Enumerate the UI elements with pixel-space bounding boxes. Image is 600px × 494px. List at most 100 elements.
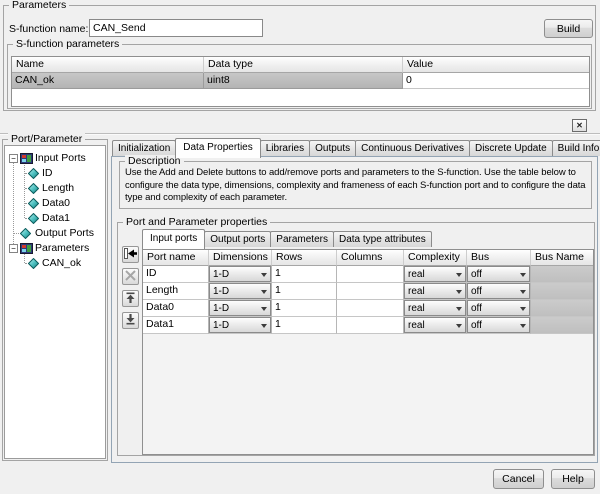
tab-input-ports[interactable]: Input ports	[142, 229, 205, 249]
columns-cell[interactable]	[337, 317, 404, 334]
param-datatype-cell[interactable]: uint8	[204, 73, 403, 89]
collapse-expander-icon[interactable]: −	[9, 154, 18, 163]
port-parameter-tree[interactable]: − Input Ports ID Length Data0 Da	[4, 145, 106, 459]
tab-output-ports[interactable]: Output ports	[204, 231, 271, 247]
port-diamond-icon	[20, 228, 31, 242]
param-col-value[interactable]: Value	[403, 57, 589, 73]
tree-node-label: Input Ports	[35, 152, 86, 164]
tree-node-data0[interactable]: Data0	[5, 196, 105, 211]
complexity-dropdown[interactable]: real	[404, 317, 467, 334]
move-up-button[interactable]	[122, 290, 139, 307]
tree-node-data1[interactable]: Data1	[5, 211, 105, 226]
rows-cell[interactable]: 1	[272, 283, 337, 300]
tab-libraries[interactable]: Libraries	[260, 140, 310, 156]
description-text: Use the Add and Delete buttons to add/re…	[125, 167, 588, 206]
tab-continuous-derivatives[interactable]: Continuous Derivatives	[355, 140, 470, 156]
port-name-cell[interactable]: Data0	[143, 300, 209, 317]
tab-build-info[interactable]: Build Info	[552, 140, 600, 156]
dropdown-arrow-icon	[456, 290, 462, 294]
section-divider	[0, 133, 600, 135]
tree-node-length[interactable]: Length	[5, 181, 105, 196]
param-table-header-row: Name Data type Value	[12, 57, 589, 73]
port-parameter-group: Port/Parameter − Input Ports	[2, 139, 108, 461]
dimensions-dropdown[interactable]: 1-D	[209, 266, 272, 283]
param-col-name[interactable]: Name	[12, 57, 204, 73]
complexity-dropdown[interactable]: real	[404, 300, 467, 317]
port-name-cell[interactable]: ID	[143, 266, 209, 283]
param-name-cell[interactable]: CAN_ok	[12, 73, 204, 89]
dimensions-dropdown[interactable]: 1-D	[209, 300, 272, 317]
cancel-button[interactable]: Cancel	[493, 469, 544, 489]
dropdown-value: off	[471, 302, 482, 315]
tree-node-can-ok[interactable]: CAN_ok	[5, 256, 105, 271]
rows-cell[interactable]: 1	[272, 300, 337, 317]
rows-cell[interactable]: 1	[272, 266, 337, 283]
move-up-icon	[124, 291, 137, 307]
main-tab-bar: Initialization Data Properties Libraries…	[112, 138, 600, 158]
collapse-expander-icon[interactable]: −	[9, 244, 18, 253]
tree-node-label: CAN_ok	[42, 257, 81, 269]
close-icon[interactable]: ✕	[572, 119, 587, 132]
bus-dropdown[interactable]: off	[467, 266, 531, 283]
tab-discrete-update[interactable]: Discrete Update	[469, 140, 553, 156]
bus-dropdown[interactable]: off	[467, 300, 531, 317]
col-complexity[interactable]: Complexity	[404, 250, 467, 266]
bus-name-cell	[531, 266, 593, 283]
tree-node-parameters[interactable]: − Parameters	[5, 241, 105, 256]
tree-node-output-ports[interactable]: Output Ports	[5, 226, 105, 241]
table-row: Length 1-D 1 real off	[143, 283, 593, 300]
tab-data-properties[interactable]: Data Properties	[175, 138, 260, 158]
dropdown-value: real	[408, 302, 425, 315]
description-line: type and complexity of each parameter.	[125, 192, 588, 205]
port-parameter-properties-title: Port and Parameter properties	[123, 216, 270, 228]
col-bus-name[interactable]: Bus Name	[531, 250, 593, 266]
port-diamond-icon	[28, 213, 39, 227]
param-col-datatype[interactable]: Data type	[204, 57, 403, 73]
col-rows[interactable]: Rows	[272, 250, 337, 266]
delete-port-button[interactable]	[122, 268, 139, 285]
dropdown-value: 1-D	[213, 268, 229, 281]
add-port-icon	[123, 247, 138, 263]
sfunction-parameters-group: S-function parameters Name Data type Val…	[7, 44, 592, 109]
dropdown-arrow-icon	[520, 307, 526, 311]
rows-cell[interactable]: 1	[272, 317, 337, 334]
tree-node-input-ports[interactable]: − Input Ports	[5, 151, 105, 166]
bus-name-cell	[531, 283, 593, 300]
param-table-row-selected[interactable]: CAN_ok uint8 0	[12, 73, 589, 89]
ports-folder-icon	[20, 243, 33, 257]
columns-cell[interactable]	[337, 300, 404, 317]
dropdown-arrow-icon	[456, 273, 462, 277]
tree-node-id[interactable]: ID	[5, 166, 105, 181]
param-value-cell[interactable]: 0	[403, 73, 589, 89]
dropdown-arrow-icon	[456, 324, 462, 328]
complexity-dropdown[interactable]: real	[404, 283, 467, 300]
bus-dropdown[interactable]: off	[467, 317, 531, 334]
tab-outputs[interactable]: Outputs	[309, 140, 356, 156]
build-button[interactable]: Build	[544, 19, 593, 38]
col-bus[interactable]: Bus	[467, 250, 531, 266]
bus-dropdown[interactable]: off	[467, 283, 531, 300]
tree-node-label: Parameters	[35, 242, 89, 254]
tab-data-type-attributes[interactable]: Data type attributes	[333, 231, 432, 247]
col-dimensions[interactable]: Dimensions	[209, 250, 272, 266]
dropdown-value: real	[408, 268, 425, 281]
tab-parameters[interactable]: Parameters	[270, 231, 334, 247]
dimensions-dropdown[interactable]: 1-D	[209, 283, 272, 300]
columns-cell[interactable]	[337, 283, 404, 300]
move-down-button[interactable]	[122, 312, 139, 329]
table-row: Data1 1-D 1 real off	[143, 317, 593, 334]
add-port-button[interactable]	[122, 246, 139, 263]
columns-cell[interactable]	[337, 266, 404, 283]
port-name-cell[interactable]: Data1	[143, 317, 209, 334]
dimensions-dropdown[interactable]: 1-D	[209, 317, 272, 334]
port-diamond-icon	[28, 198, 39, 212]
complexity-dropdown[interactable]: real	[404, 266, 467, 283]
col-port-name[interactable]: Port name	[143, 250, 209, 266]
col-columns[interactable]: Columns	[337, 250, 404, 266]
port-diamond-icon	[28, 183, 39, 197]
table-row: Data0 1-D 1 real off	[143, 300, 593, 317]
help-button[interactable]: Help	[551, 469, 595, 489]
tab-initialization[interactable]: Initialization	[112, 140, 176, 156]
sfunction-name-input[interactable]	[89, 19, 263, 37]
port-name-cell[interactable]: Length	[143, 283, 209, 300]
